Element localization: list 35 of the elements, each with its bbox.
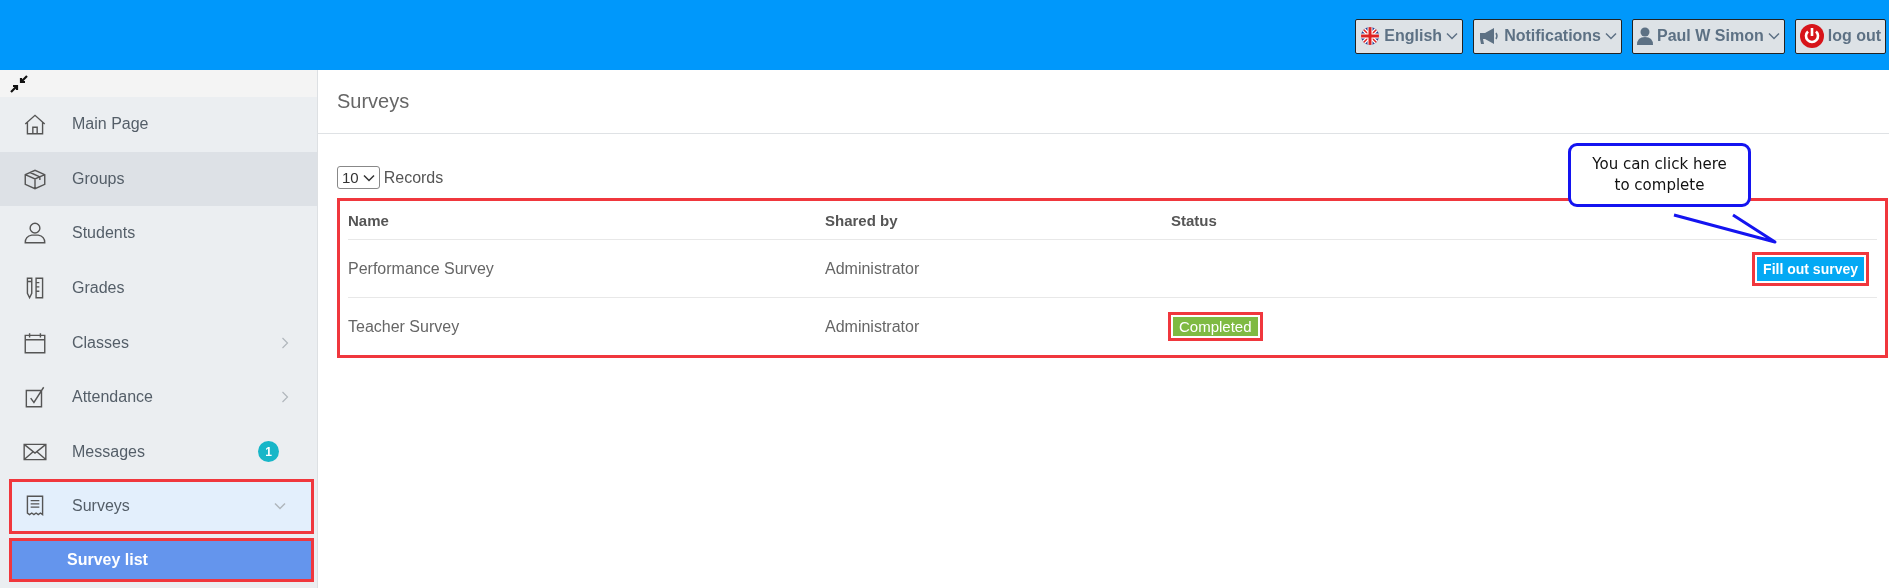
sidebar-item[interactable]: Students (0, 206, 317, 261)
chevron-icon (274, 502, 286, 511)
chevron-icon (281, 336, 289, 349)
chevron-icon (281, 391, 289, 404)
caret-icon (362, 173, 375, 182)
column-header[interactable]: Shared by (825, 211, 1171, 229)
sidebar-item[interactable]: Classes (0, 315, 317, 370)
table-cell-text: Teacher Survey (348, 317, 461, 336)
sidebar-item[interactable]: Main Page (0, 97, 317, 152)
collapse-icon[interactable] (10, 74, 28, 93)
flag-icon (1360, 26, 1381, 46)
page-title: Surveys (337, 90, 410, 113)
language-dropdown[interactable]: English (1355, 18, 1464, 54)
table-cell-text: Performance Survey (348, 259, 495, 278)
status-badge: Completed (1168, 312, 1263, 341)
logout-button[interactable]: log out (1794, 18, 1886, 54)
callout-bubble: You can click here to complete (1568, 143, 1751, 207)
unread-badge: 1 (258, 441, 279, 463)
sidebar-item[interactable]: Grades (0, 260, 317, 316)
power-icon (1799, 24, 1824, 48)
user-dropdown[interactable]: Paul W Simon (1632, 18, 1785, 54)
column-header[interactable]: Name (348, 211, 825, 229)
sidebar-item[interactable]: Attendance (0, 369, 317, 425)
submenu-item[interactable]: Survey list (9, 537, 314, 582)
sidebar-item[interactable]: Messages 1 (0, 424, 317, 480)
table-cell-text: Administrator (825, 317, 921, 336)
user-icon (1637, 27, 1653, 45)
notifications-dropdown[interactable]: Notifications (1473, 18, 1622, 54)
sidebar-item[interactable]: Groups (0, 151, 317, 207)
records-select[interactable]: 10 (337, 166, 380, 189)
records-label: Records (383, 168, 444, 187)
megaphone-icon (1478, 27, 1501, 45)
table-cell-text: Administrator (825, 259, 921, 278)
column-header[interactable]: Status (1171, 211, 1877, 229)
sidebar-item[interactable]: Surveys (9, 479, 314, 534)
